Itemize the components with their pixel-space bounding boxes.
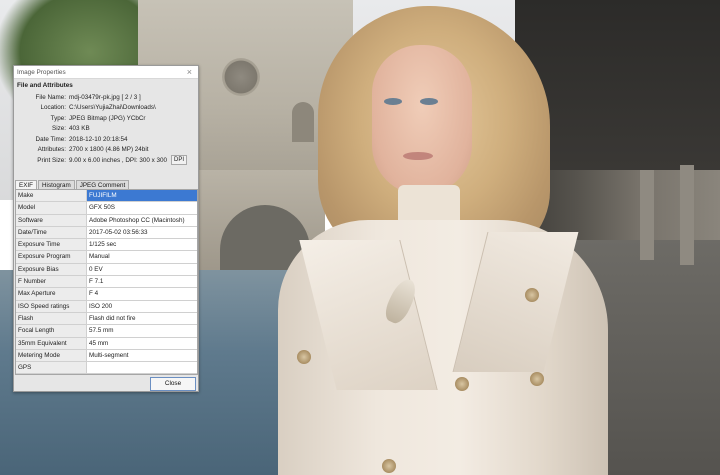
column (640, 170, 654, 260)
table-row[interactable]: Date/Time 2017-05-02 03:56:33 (16, 226, 197, 240)
table-row[interactable]: Flash Flash did not fire (16, 312, 197, 326)
woman-lips (403, 152, 433, 160)
exif-value: FUJIFILM (87, 190, 197, 202)
info-label: Attributes: (37, 146, 66, 154)
image-properties-dialog: Image Properties × File and Attributes F… (13, 65, 199, 392)
info-row-file-name: File Name: mdj-03479r-pk.jpg [ 2 / 3 ] (14, 92, 198, 103)
exif-label: Focal Length (16, 325, 87, 337)
exif-label: Make (16, 190, 87, 202)
dialog-title: Image Properties (17, 68, 66, 76)
table-row[interactable]: Exposure Program Manual (16, 251, 197, 264)
tab-bar: EXIF Histogram JPEG Comment (15, 180, 130, 189)
table-row[interactable]: GPS (16, 362, 197, 375)
column (680, 165, 694, 265)
exif-value: ISO 200 (89, 302, 113, 310)
info-label: Location: (40, 104, 66, 112)
table-row[interactable]: Model GFX 50S (16, 202, 197, 215)
group-header: File and Attributes (17, 82, 73, 89)
table-row[interactable]: Software Adobe Photoshop CC (Macintosh) (16, 214, 197, 227)
exif-label: F Number (16, 276, 87, 288)
dialog-titlebar[interactable]: Image Properties × (14, 66, 198, 79)
info-value: 403 KB (69, 125, 90, 133)
info-label: Date Time: (35, 135, 66, 143)
file-info: File Name: mdj-03479r-pk.jpg [ 2 / 3 ] L… (14, 92, 198, 166)
exif-label: ISO Speed ratings (16, 300, 87, 312)
coat-button (297, 350, 311, 364)
info-value: 9.00 x 6.00 inches , DPI: 300 x 300 (69, 156, 168, 164)
coat-button (455, 377, 469, 391)
exif-label: Software (16, 214, 87, 226)
coat-button (530, 372, 544, 386)
exif-label: Exposure Program (16, 251, 87, 263)
exif-value: Flash did not fire (89, 314, 136, 322)
exif-label: 35mm Equivalent (16, 337, 87, 349)
info-row-print-size: Print Size: 9.00 x 6.00 inches , DPI: 30… (14, 155, 198, 166)
exif-value (87, 362, 197, 373)
info-row-type: Type: JPEG Bitmap (JPG) YCbCr (14, 113, 198, 124)
info-value: mdj-03479r-pk.jpg [ 2 / 3 ] (69, 93, 141, 101)
woman-face (372, 45, 472, 195)
table-row[interactable]: Exposure Time 1/125 sec (16, 239, 197, 252)
tab-histogram[interactable]: Histogram (38, 180, 75, 189)
exif-label: Metering Mode (16, 349, 87, 362)
exif-label: Model (16, 202, 87, 214)
info-row-location: Location: C:\Users\YujiaZhai\Downloads\ (14, 103, 198, 114)
exif-value: F 7.1 (89, 278, 104, 286)
close-icon[interactable]: × (187, 67, 192, 77)
info-value: JPEG Bitmap (JPG) YCbCr (69, 114, 146, 122)
woman-eye (384, 98, 402, 105)
info-value: 2018-12-10 20:18:54 (69, 135, 128, 143)
exif-value: F 4 (89, 290, 99, 298)
table-row[interactable]: 35mm Equivalent 45 mm (16, 337, 197, 350)
exif-value: 45 mm (89, 339, 109, 347)
info-value: C:\Users\YujiaZhai\Downloads\ (69, 104, 156, 112)
tab-exif[interactable]: EXIF (15, 180, 37, 189)
info-label: File Name: (35, 93, 66, 101)
table-row[interactable]: Make FUJIFILM (16, 190, 197, 203)
info-label: Type: (50, 114, 66, 122)
table-row[interactable]: ISO Speed ratings ISO 200 (16, 300, 197, 313)
exif-value: 1/125 sec (89, 241, 117, 249)
exif-value: 0 EV (89, 265, 103, 273)
exif-value: 57.5 mm (89, 327, 114, 335)
table-row[interactable]: F Number F 7.1 (16, 276, 197, 289)
rose-window (222, 58, 260, 96)
tab-jpeg-comment[interactable]: JPEG Comment (75, 180, 130, 189)
table-row[interactable]: Max Aperture F 4 (16, 288, 197, 301)
exif-table[interactable]: Make FUJIFILM Model GFX 50S Software Ado… (15, 189, 198, 375)
exif-value: Manual (89, 253, 110, 261)
woman-eye (420, 98, 438, 105)
exif-label: GPS (16, 362, 87, 374)
info-row-size: Size: 403 KB (14, 124, 198, 135)
dpi-button[interactable]: DPI (171, 155, 188, 166)
table-row[interactable]: Focal Length 57.5 mm (16, 325, 197, 338)
close-button[interactable]: Close (150, 377, 196, 391)
exif-label: Date/Time (16, 226, 87, 239)
exif-value: Adobe Photoshop CC (Macintosh) (89, 216, 185, 224)
coat-button (382, 459, 396, 473)
exif-label: Flash (16, 312, 87, 325)
info-value: 2700 x 1800 (4.86 MP) 24bit (69, 146, 149, 154)
exif-label: Exposure Bias (16, 263, 87, 276)
exif-value: 2017-05-02 03:56:33 (89, 228, 148, 236)
table-row[interactable]: Exposure Bias 0 EV (16, 263, 197, 277)
info-label: Size: (52, 125, 66, 133)
exif-value: GFX 50S (89, 204, 115, 212)
exif-value: Multi-segment (89, 351, 129, 359)
cathedral-arch (292, 102, 314, 142)
info-label: Print Size: (37, 156, 66, 164)
table-row[interactable]: Metering Mode Multi-segment (16, 349, 197, 363)
exif-label: Exposure Time (16, 239, 87, 251)
coat-button (525, 288, 539, 302)
info-row-date-time: Date Time: 2018-12-10 20:18:54 (14, 134, 198, 145)
exif-label: Max Aperture (16, 288, 87, 300)
info-row-attributes: Attributes: 2700 x 1800 (4.86 MP) 24bit (14, 145, 198, 156)
